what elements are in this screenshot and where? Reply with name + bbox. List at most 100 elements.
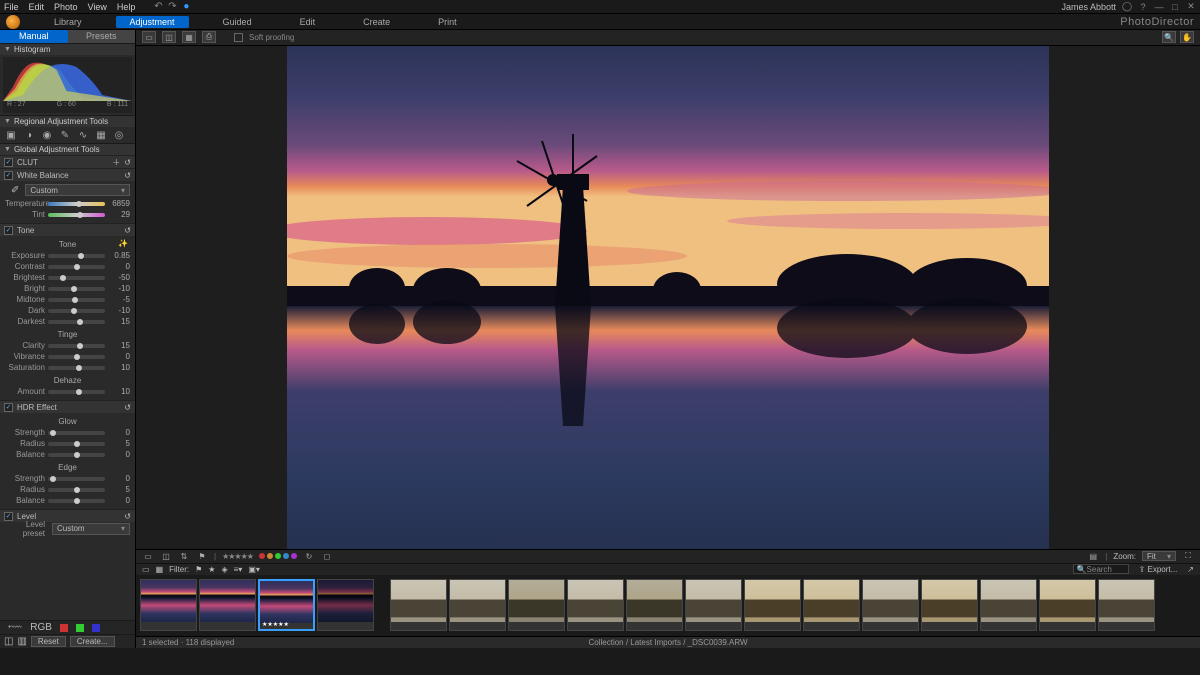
compare-view-icon[interactable]: ◫	[162, 31, 176, 43]
section-histogram[interactable]: ▼ Histogram Color B&W	[0, 43, 135, 55]
view-list-icon[interactable]: ▭	[142, 565, 150, 574]
thumbnail[interactable]	[862, 579, 919, 631]
balance-slider[interactable]	[48, 499, 105, 503]
thumbnail[interactable]	[626, 579, 683, 631]
thumbnail[interactable]	[1039, 579, 1096, 631]
green-channel[interactable]	[76, 624, 84, 632]
filmstrip[interactable]: ★★★★★	[136, 575, 1200, 636]
thumbnail[interactable]	[508, 579, 565, 631]
clarity-slider[interactable]	[48, 344, 105, 348]
thumbnail[interactable]	[317, 579, 374, 631]
panel-hdr[interactable]: HDR Effect ↺	[0, 400, 135, 413]
menu-file[interactable]: File	[4, 2, 19, 12]
flag-icon[interactable]: ⚑	[196, 551, 208, 561]
minimize-icon[interactable]: —	[1154, 2, 1164, 12]
checkbox-icon[interactable]	[4, 171, 13, 180]
reset-icon[interactable]: ↺	[124, 512, 131, 521]
thumbnail[interactable]	[449, 579, 506, 631]
redeye-icon[interactable]: ◉	[41, 129, 53, 141]
zoom-icon[interactable]: 🔍	[1162, 31, 1176, 43]
amount-slider[interactable]	[48, 390, 105, 394]
add-icon[interactable]: ＋	[112, 157, 120, 168]
eyedropper-icon[interactable]: ✐	[11, 185, 19, 196]
thumbnail[interactable]	[744, 579, 801, 631]
flag-filter-icon[interactable]: ⚑	[195, 565, 202, 574]
module-guided[interactable]: Guided	[209, 16, 266, 28]
thumbnail[interactable]	[803, 579, 860, 631]
thumbnail[interactable]	[685, 579, 742, 631]
zoom-dropdown[interactable]: Fit	[1142, 551, 1176, 561]
contrast-slider[interactable]	[48, 265, 105, 269]
panel-white-balance[interactable]: White Balance ↺	[0, 168, 135, 181]
exposure-slider[interactable]	[48, 254, 105, 258]
tab-presets[interactable]: Presets	[68, 30, 136, 43]
module-edit[interactable]: Edit	[286, 16, 330, 28]
label-purple[interactable]	[291, 553, 297, 559]
reset-icon[interactable]: ↺	[124, 403, 131, 412]
blue-channel[interactable]	[92, 624, 100, 632]
brightest-slider[interactable]	[48, 276, 105, 280]
thumbnail[interactable]	[140, 579, 197, 631]
view-single-icon[interactable]: ▭	[142, 551, 154, 561]
user-icon[interactable]: ◯	[1122, 2, 1132, 12]
menu-help[interactable]: Help	[117, 2, 136, 12]
strength-slider[interactable]	[48, 431, 105, 435]
tint-slider[interactable]	[48, 213, 105, 217]
menu-edit[interactable]: Edit	[29, 2, 45, 12]
split-icon[interactable]: ▥	[17, 636, 26, 647]
thumbnail-selected[interactable]: ★★★★★	[258, 579, 315, 631]
view-grid2-icon[interactable]: ▦	[156, 565, 164, 574]
menu-view[interactable]: View	[88, 2, 107, 12]
thumbnail[interactable]	[921, 579, 978, 631]
module-library[interactable]: Library	[40, 16, 96, 28]
auto-icon[interactable]: ✨	[118, 239, 128, 248]
external-icon[interactable]: ↗	[1187, 565, 1194, 574]
red-channel[interactable]	[60, 624, 68, 632]
redo-icon[interactable]: ↷	[167, 2, 177, 12]
sort2-icon[interactable]: ≡▾	[234, 565, 243, 574]
rgb-label[interactable]: RGB	[30, 622, 52, 633]
label-filter-icon[interactable]: ◈	[221, 565, 227, 574]
single-view-icon[interactable]: ▭	[142, 31, 156, 43]
stack-icon[interactable]: ▣▾	[248, 565, 260, 574]
level-preset-dropdown[interactable]: Custom	[52, 523, 130, 535]
fullscreen-icon[interactable]: ⛶	[1182, 551, 1194, 561]
label-green[interactable]	[275, 553, 281, 559]
thumbnail[interactable]	[567, 579, 624, 631]
thumbnail[interactable]	[1098, 579, 1155, 631]
search-input[interactable]: 🔍 Search	[1073, 564, 1129, 574]
section-regional[interactable]: ▼ Regional Adjustment Tools	[0, 115, 135, 127]
reset-button[interactable]: Reset	[31, 636, 66, 647]
reset-icon[interactable]: ↺	[124, 226, 131, 235]
crop2-icon[interactable]: ◻	[321, 551, 333, 561]
radial-icon[interactable]: ◎	[113, 129, 125, 141]
checkbox-icon[interactable]	[4, 226, 13, 235]
radius-slider[interactable]	[48, 442, 105, 446]
bright-slider[interactable]	[48, 287, 105, 291]
crop-icon[interactable]: ▣	[5, 129, 17, 141]
panel-tone[interactable]: Tone ↺	[0, 223, 135, 236]
label-blue[interactable]	[283, 553, 289, 559]
close-icon[interactable]: ✕	[1186, 2, 1196, 12]
rotate-icon[interactable]: ↻	[303, 551, 315, 561]
section-global[interactable]: ▼ Global Adjustment Tools	[0, 143, 135, 155]
panel-clut[interactable]: CLUT ＋ ↺	[0, 155, 135, 168]
wb-preset-dropdown[interactable]: Custom	[25, 184, 130, 196]
brush-icon[interactable]: ✎	[59, 129, 71, 141]
vibrance-slider[interactable]	[48, 355, 105, 359]
print-preview-icon[interactable]: ⎙	[202, 31, 216, 43]
balance-slider[interactable]	[48, 453, 105, 457]
cloud-icon[interactable]: ●	[181, 2, 191, 12]
spot-icon[interactable]: ◑	[23, 129, 35, 141]
sort-icon[interactable]: ⇅	[178, 551, 190, 561]
select-icon[interactable]: ∿	[77, 129, 89, 141]
soft-proofing-checkbox[interactable]	[234, 33, 243, 42]
reset-icon[interactable]: ↺	[124, 158, 131, 167]
create-button[interactable]: Create...	[70, 636, 115, 647]
menu-photo[interactable]: Photo	[54, 2, 78, 12]
module-create[interactable]: Create	[349, 16, 404, 28]
curves-icon[interactable]: ⬳	[8, 622, 22, 633]
checkbox-icon[interactable]	[4, 403, 13, 412]
export-button[interactable]: ⇪ Export...	[1133, 565, 1184, 574]
gradient-icon[interactable]: ▦	[95, 129, 107, 141]
